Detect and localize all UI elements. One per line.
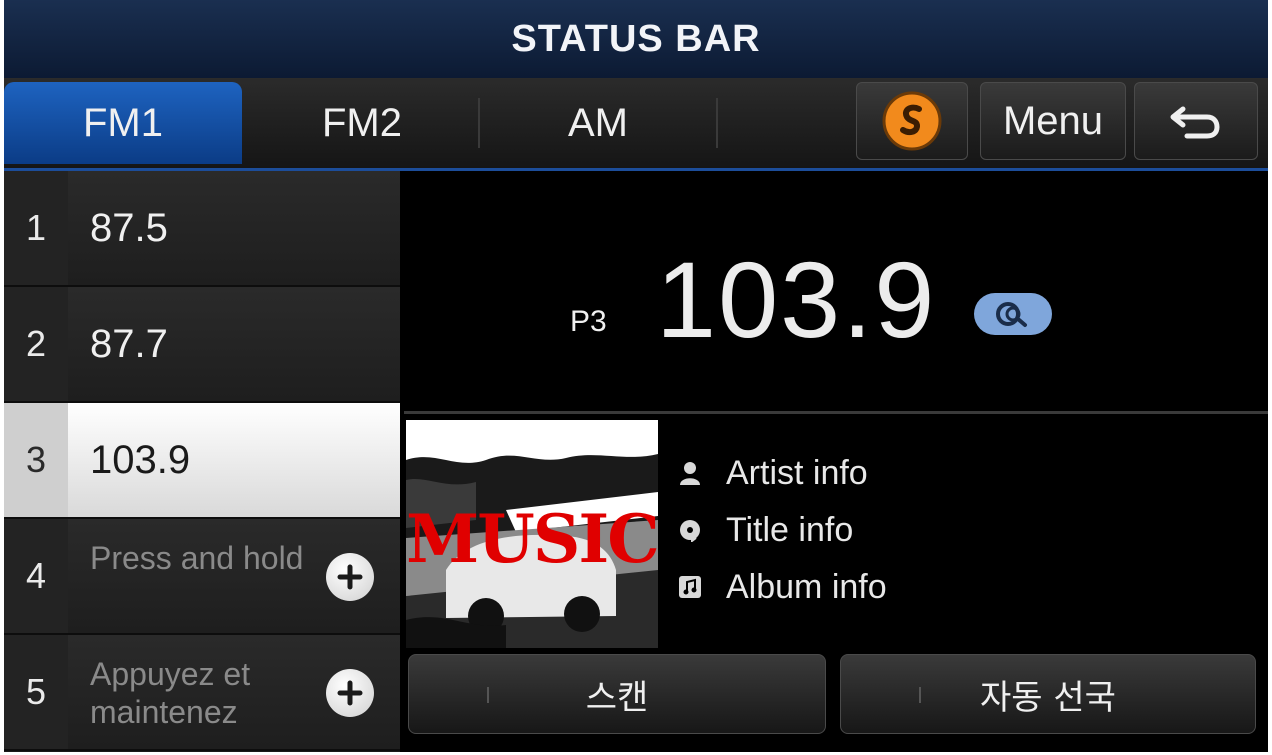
scan-button[interactable]: 스캔 bbox=[408, 654, 826, 734]
status-bar-title: STATUS BAR bbox=[511, 17, 761, 60]
radio-screen: STATUS BAR FM1 FM2 AM Menu 1 87.5 2 87.7… bbox=[4, 0, 1268, 752]
tab-fm1[interactable]: FM1 bbox=[4, 82, 242, 164]
preset-label: P3 bbox=[570, 305, 607, 338]
preset-number: 1 bbox=[4, 171, 68, 285]
menu-button[interactable]: Menu bbox=[980, 82, 1126, 160]
album-overlay-text: MUSIC bbox=[406, 500, 658, 578]
auto-store-label: 자동 선국 bbox=[980, 677, 1116, 718]
back-button[interactable] bbox=[1134, 82, 1258, 160]
title-info: Title info bbox=[726, 510, 854, 549]
person-icon bbox=[678, 461, 702, 485]
button-tick bbox=[487, 687, 489, 703]
preset-item-5[interactable]: 5 Appuyez et maintenez bbox=[4, 635, 400, 751]
station-search-button[interactable] bbox=[974, 293, 1052, 335]
preset-frequency: 87.7 bbox=[90, 321, 168, 366]
artist-info: Artist info bbox=[726, 453, 868, 492]
preset-hint: Press and hold bbox=[90, 540, 304, 576]
plus-icon bbox=[337, 564, 363, 590]
album-info: Album info bbox=[726, 567, 887, 606]
auto-store-button[interactable]: 자동 선국 bbox=[840, 654, 1256, 734]
artist-row: Artist info bbox=[678, 448, 868, 498]
back-arrow-icon bbox=[1170, 106, 1220, 139]
tab-am[interactable]: AM bbox=[480, 82, 716, 164]
tab-fm2[interactable]: FM2 bbox=[244, 82, 480, 164]
scan-label: 스캔 bbox=[585, 677, 649, 718]
band-tabs: FM1 FM2 AM Menu bbox=[4, 78, 1268, 171]
title-row: Title info bbox=[678, 505, 853, 555]
preset-number: 4 bbox=[4, 519, 68, 633]
status-bar: STATUS BAR bbox=[4, 0, 1268, 78]
preset-item-4[interactable]: 4 Press and hold bbox=[4, 519, 400, 635]
soundhound-button[interactable] bbox=[856, 82, 968, 160]
preset-number: 3 bbox=[4, 403, 68, 517]
disc-icon bbox=[678, 518, 702, 542]
preset-item-2[interactable]: 2 87.7 bbox=[4, 287, 400, 403]
preset-item-3[interactable]: 3 103.9 bbox=[4, 403, 400, 519]
preset-hint: Appuyez et maintenez bbox=[90, 656, 251, 730]
preset-frequency: 103.9 bbox=[90, 437, 191, 482]
preset-frequency: 87.5 bbox=[90, 205, 168, 250]
panel-divider bbox=[404, 411, 1268, 414]
preset-item-1[interactable]: 1 87.5 bbox=[4, 171, 400, 287]
preset-number: 5 bbox=[4, 635, 68, 749]
button-tick bbox=[919, 687, 921, 703]
album-art: MUSIC bbox=[406, 420, 658, 648]
music-note-icon bbox=[678, 575, 702, 599]
preset-list: 1 87.5 2 87.7 3 103.9 4 Press and hold 5… bbox=[4, 171, 400, 752]
frequency-display: P3 103.9 bbox=[404, 171, 1268, 411]
preset-number: 2 bbox=[4, 287, 68, 401]
current-frequency: 103.9 bbox=[656, 239, 937, 360]
search-icon bbox=[996, 302, 1027, 327]
add-preset-button[interactable] bbox=[326, 553, 374, 601]
tab-divider bbox=[716, 98, 718, 148]
plus-icon bbox=[337, 680, 363, 706]
add-preset-button[interactable] bbox=[326, 669, 374, 717]
soundhound-icon bbox=[882, 91, 942, 151]
album-row: Album info bbox=[678, 562, 887, 612]
